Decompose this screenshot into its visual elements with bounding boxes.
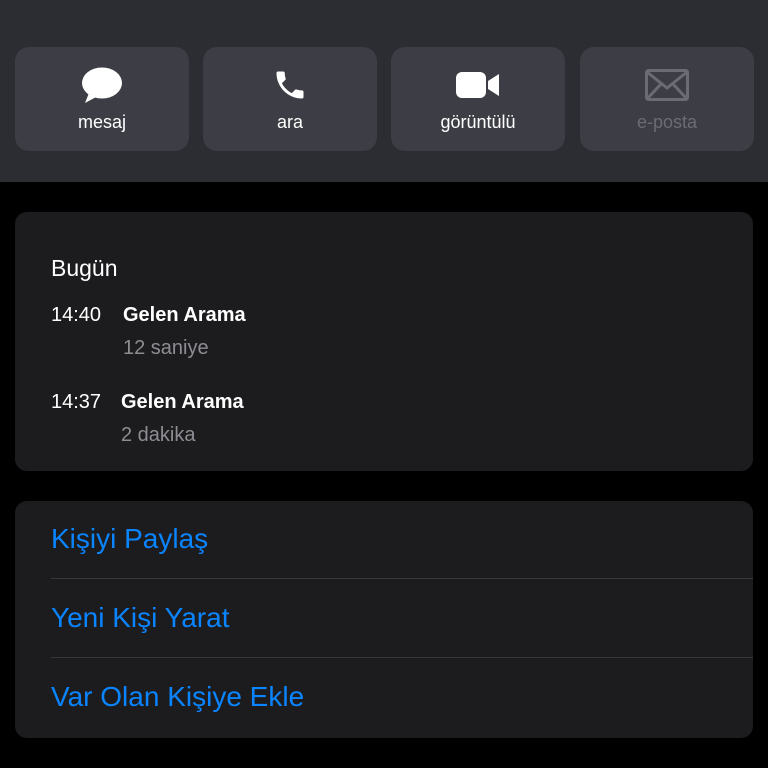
share-contact-button[interactable]: Kişiyi Paylaş: [51, 501, 753, 579]
add-to-existing-contact-button[interactable]: Var Olan Kişiye Ekle: [51, 659, 753, 737]
video-camera-icon: [391, 67, 565, 103]
call-type: Gelen Arama: [123, 304, 246, 326]
call-type: Gelen Arama: [121, 391, 244, 413]
video-button-label: görüntülü: [440, 112, 516, 132]
email-button-label: e-posta: [636, 112, 698, 132]
call-duration: 12 saniye: [123, 337, 209, 359]
add-to-existing-contact-label: Var Olan Kişiye Ekle: [51, 681, 305, 712]
message-button-label: mesaj: [77, 112, 126, 132]
contact-options-card: Kişiyi Paylaş Yeni Kişi Yarat Var Olan K…: [15, 501, 753, 738]
create-new-contact-button[interactable]: Yeni Kişi Yarat: [51, 580, 753, 658]
video-button[interactable]: görüntülü: [391, 47, 565, 151]
message-button[interactable]: mesaj: [15, 47, 189, 151]
envelope-icon: [580, 67, 754, 103]
phone-icon: [203, 67, 377, 103]
message-bubble-icon: [15, 67, 189, 103]
contact-action-bar: mesaj ara görüntülü e-posta: [0, 0, 768, 182]
call-time: 14:40: [51, 304, 102, 326]
call-duration: 2 dakika: [121, 424, 196, 446]
call-button-label: ara: [276, 112, 303, 132]
email-button[interactable]: e-posta: [580, 47, 754, 151]
share-contact-label: Kişiyi Paylaş: [51, 523, 209, 554]
call-button[interactable]: ara: [203, 47, 377, 151]
create-new-contact-label: Yeni Kişi Yarat: [51, 602, 230, 633]
call-time: 14:37: [51, 391, 102, 413]
call-history-card: Bugün 14:40 Gelen Arama 12 saniye 14:37 …: [15, 212, 753, 471]
call-history-day: Bugün: [51, 255, 118, 281]
